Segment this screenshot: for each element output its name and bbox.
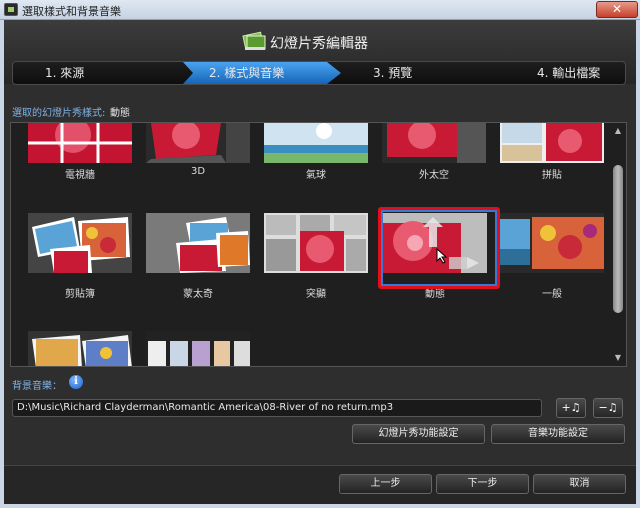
style-thumb-scrapbook[interactable] bbox=[28, 213, 132, 273]
style-label: 一般 bbox=[542, 289, 562, 300]
style-label: 蒙太奇 bbox=[183, 289, 213, 300]
scroll-down-arrow-icon[interactable]: ▼ bbox=[612, 352, 624, 364]
style-label: 剪貼簿 bbox=[65, 289, 95, 300]
close-button[interactable]: ✕ bbox=[596, 1, 638, 18]
step-preview[interactable]: 3. 預覽 bbox=[373, 62, 412, 84]
style-label: 氣球 bbox=[306, 170, 326, 181]
step-style-music[interactable]: 2. 樣式與音樂 bbox=[209, 62, 284, 84]
style-thumb-tv-wall[interactable] bbox=[28, 123, 132, 163]
style-label: 3D bbox=[190, 166, 206, 177]
style-thumb-balloon[interactable] bbox=[264, 123, 368, 163]
style-thumb-highlight[interactable] bbox=[264, 213, 368, 273]
app-title: 幻燈片秀編輯器 bbox=[270, 36, 368, 52]
style-thumb-montage[interactable] bbox=[146, 213, 250, 273]
background-music-label: 背景音樂： bbox=[12, 381, 62, 392]
slideshow-settings-button[interactable]: 幻燈片秀功能設定 bbox=[352, 424, 485, 444]
style-label: 電視牆 bbox=[65, 170, 95, 181]
style-label: 拼貼 bbox=[542, 170, 562, 181]
style-thumb-collage[interactable] bbox=[500, 123, 604, 163]
music-path-field[interactable]: D:\Music\Richard Clayderman\Romantic Ame… bbox=[12, 399, 542, 417]
remove-music-button[interactable]: −♫ bbox=[593, 398, 623, 418]
style-thumbnail-grid: 電視牆 3D 氣球 外太空 拼貼 剪貼簿 蒙太奇 突顯 動態 一般 ▲ ▼ bbox=[10, 122, 627, 367]
step-output[interactable]: 4. 輸出檔案 bbox=[537, 62, 600, 84]
add-music-button[interactable]: +♫ bbox=[556, 398, 586, 418]
music-settings-button[interactable]: 音樂功能設定 bbox=[491, 424, 625, 444]
style-thumb-outer-space[interactable] bbox=[382, 123, 486, 163]
app-icon bbox=[4, 3, 18, 16]
next-button[interactable]: 下一步 bbox=[436, 474, 529, 494]
selected-style-label: 選取的幻燈片秀樣式: bbox=[12, 108, 106, 119]
back-button[interactable]: 上一步 bbox=[339, 474, 432, 494]
style-label: 突顯 bbox=[306, 289, 326, 300]
style-thumb-normal[interactable] bbox=[500, 213, 604, 273]
style-thumb-row3-b[interactable] bbox=[146, 331, 250, 366]
grid-scrollbar[interactable]: ▲ ▼ bbox=[612, 125, 624, 364]
slideshow-logo-icon bbox=[242, 31, 266, 50]
style-thumb-row3-a[interactable] bbox=[28, 331, 132, 366]
cancel-button[interactable]: 取消 bbox=[533, 474, 626, 494]
scroll-up-arrow-icon[interactable]: ▲ bbox=[612, 125, 624, 137]
style-label: 外太空 bbox=[419, 170, 449, 181]
title-bar: 選取樣式和背景音樂 ✕ bbox=[0, 0, 640, 20]
style-thumb-3d[interactable] bbox=[146, 123, 250, 163]
step-navigation: 1. 來源 2. 樣式與音樂 3. 預覽 4. 輸出檔案 bbox=[12, 61, 626, 85]
step-source[interactable]: 1. 來源 bbox=[45, 62, 84, 84]
scroll-thumb[interactable] bbox=[613, 165, 623, 313]
selected-style-value: 動態 bbox=[110, 108, 130, 119]
window-title: 選取樣式和背景音樂 bbox=[22, 5, 121, 18]
info-icon[interactable]: i bbox=[69, 375, 83, 389]
selection-focus-ring bbox=[381, 210, 497, 286]
